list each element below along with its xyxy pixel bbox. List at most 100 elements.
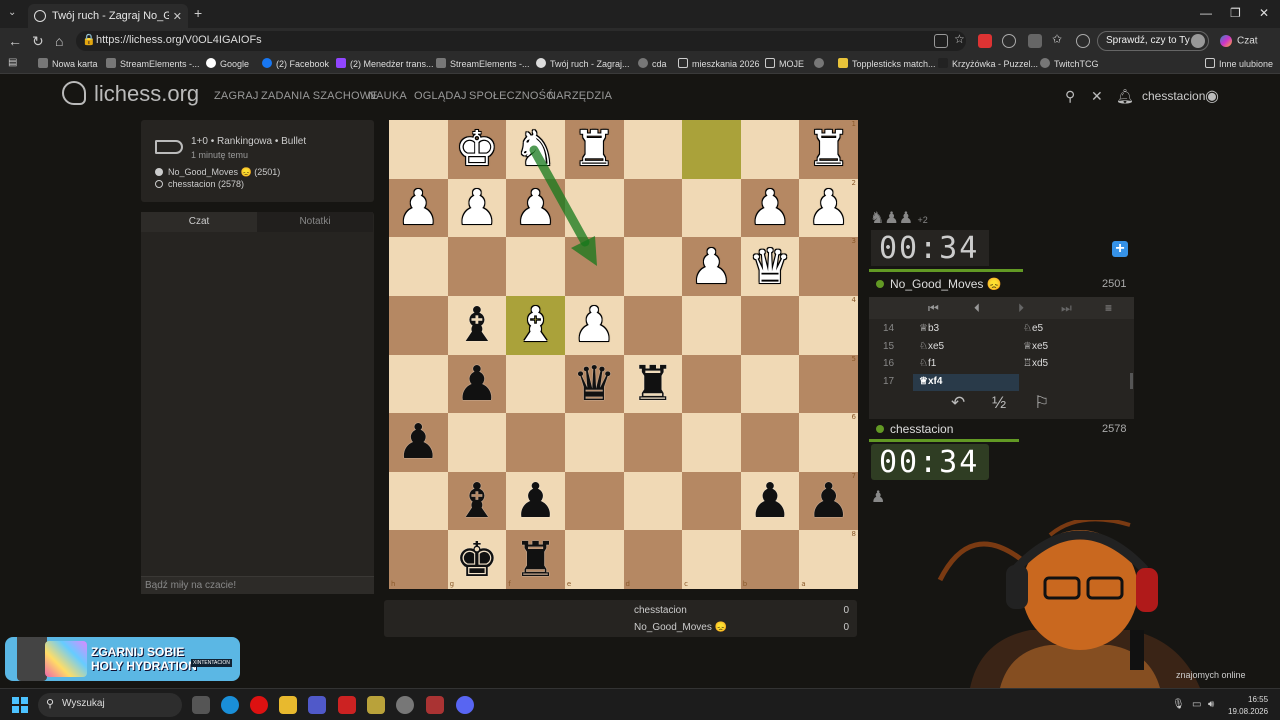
discord-icon[interactable]: [456, 696, 474, 714]
menu-learn[interactable]: NAUKA: [368, 90, 407, 102]
board-square[interactable]: 3: [799, 237, 858, 296]
board-square[interactable]: ♟: [564, 295, 624, 355]
bookmark-item[interactable]: Twój ruch - Zagraj...: [536, 58, 630, 69]
board-square[interactable]: ♟ 7: [799, 471, 858, 531]
bookmark-item[interactable]: StreamElements -...: [106, 58, 200, 69]
board-square[interactable]: ♟: [506, 471, 565, 531]
split-screen-icon[interactable]: [934, 34, 948, 48]
board-square[interactable]: [623, 120, 683, 179]
board-square[interactable]: 6: [799, 413, 858, 472]
flag-icon[interactable]: ⚐: [1034, 393, 1049, 413]
bookmark-item[interactable]: Krzyżówka - Puzzel...: [938, 58, 1038, 69]
board-square[interactable]: [740, 354, 800, 414]
minimize-icon[interactable]: —: [1200, 6, 1212, 20]
close-tab-icon[interactable]: ✕: [173, 10, 182, 23]
refresh-icon[interactable]: ↻: [32, 33, 44, 50]
menu-play[interactable]: ZAGRAJ: [214, 90, 259, 102]
black-piece[interactable]: ♟: [807, 477, 850, 525]
board-square[interactable]: ♟: [740, 471, 800, 531]
board-square[interactable]: [447, 413, 507, 472]
board-square[interactable]: [682, 413, 741, 472]
opponent-name[interactable]: No_Good_Moves 😞: [876, 277, 1002, 291]
board-square[interactable]: [623, 237, 683, 296]
app-icon[interactable]: [396, 696, 414, 714]
tab-notes[interactable]: Notatki: [257, 212, 373, 232]
board-square[interactable]: [623, 295, 683, 355]
black-piece[interactable]: ♟: [514, 477, 557, 525]
board-square[interactable]: ♜ 1: [799, 120, 858, 179]
board-square[interactable]: 4: [799, 295, 858, 355]
search-icon[interactable]: ⚲: [1065, 88, 1075, 105]
chess-board[interactable]: ♚ ♞ ♜ ♜ 1 ♟ ♟ ♟ ♟ ♟ 2 ♟ ♛ 3 ♝ ♝ ♟ 4 ♟ ♛ ♜ 5 ♟ 6 ♝ ♟ ♟ ♟ 7 h ♚ g ♜ f e d c b 8 a: [389, 120, 858, 589]
board-square[interactable]: ♟: [389, 413, 448, 472]
first-move-icon[interactable]: ⏮: [928, 301, 939, 316]
board-square[interactable]: [564, 471, 624, 531]
board-square[interactable]: ♜: [623, 354, 683, 414]
black-piece[interactable]: ♚: [455, 536, 498, 584]
profile-button[interactable]: Sprawdź, czy to Ty: [1097, 31, 1209, 51]
board-square[interactable]: [623, 413, 683, 472]
bookmark-item[interactable]: [814, 58, 828, 69]
black-move[interactable]: ♕xe5: [1023, 341, 1048, 352]
board-square[interactable]: ♜: [564, 120, 624, 179]
home-icon[interactable]: ⌂: [55, 33, 63, 49]
board-square[interactable]: d: [623, 530, 683, 589]
board-square[interactable]: [506, 237, 565, 296]
site-logo[interactable]: lichess.org: [62, 81, 199, 107]
opera-icon[interactable]: [250, 696, 268, 714]
bookmark-item[interactable]: Topplesticks match...: [838, 58, 936, 69]
favorites-icon[interactable]: ✩: [1052, 32, 1066, 46]
puzzle-icon[interactable]: [1028, 34, 1042, 48]
board-square[interactable]: [682, 354, 741, 414]
bookmark-item[interactable]: TwitchTCG: [1040, 58, 1099, 69]
board-square[interactable]: ♟: [506, 178, 565, 238]
bell-icon[interactable]: 🔔︎: [1116, 88, 1134, 105]
white-piece[interactable]: ♜: [573, 125, 616, 173]
board-square[interactable]: [623, 471, 683, 531]
task-view-icon[interactable]: [192, 696, 210, 714]
board-square[interactable]: [564, 178, 624, 238]
board-square[interactable]: h: [389, 530, 448, 589]
white-piece[interactable]: ♟: [749, 184, 792, 232]
favorite-star-icon[interactable]: ☆: [954, 32, 968, 46]
black-move[interactable]: ♖xd5: [1023, 358, 1048, 369]
edge-icon[interactable]: [221, 696, 239, 714]
window-close-icon[interactable]: ✕: [1259, 6, 1269, 20]
bookmark-item[interactable]: (2) Menedżer trans...: [336, 58, 434, 69]
board-square[interactable]: ♛: [564, 354, 624, 414]
board-square[interactable]: b: [740, 530, 800, 589]
white-move[interactable]: ♘f1: [913, 356, 1019, 373]
game-player-black[interactable]: No_Good_Moves 😞 (2501): [155, 167, 280, 178]
board-square[interactable]: [389, 354, 448, 414]
next-move-icon[interactable]: ⏵: [1018, 301, 1024, 316]
board-square[interactable]: [682, 120, 741, 179]
board-square[interactable]: ♟: [740, 178, 800, 238]
extension-icon[interactable]: [1002, 34, 1016, 48]
move-list-scrollbar[interactable]: [1130, 373, 1133, 389]
white-move[interactable]: ♘xe5: [913, 339, 1019, 356]
menu-watch[interactable]: OGLĄDAJ: [414, 90, 467, 102]
board-square[interactable]: [389, 120, 448, 179]
other-bookmarks[interactable]: Inne ulubione: [1205, 58, 1273, 69]
bookmark-folder[interactable]: MOJE: [765, 58, 804, 69]
black-piece[interactable]: ♜: [631, 360, 674, 408]
menu-community[interactable]: SPOŁECZNOŚĆ: [469, 90, 554, 102]
add-time-button[interactable]: +: [1112, 241, 1128, 257]
board-square[interactable]: [564, 237, 624, 296]
bookmarks-menu-icon[interactable]: ▤: [8, 57, 17, 68]
takeback-icon[interactable]: ↶: [951, 393, 965, 413]
board-square[interactable]: c: [682, 530, 741, 589]
black-piece[interactable]: ♛: [573, 360, 616, 408]
bookmark-item[interactable]: cda: [638, 58, 667, 69]
board-square[interactable]: [506, 354, 565, 414]
board-square[interactable]: ♝: [447, 471, 507, 531]
copilot-button[interactable]: Czat: [1220, 35, 1258, 47]
white-piece[interactable]: ♟: [573, 301, 616, 349]
black-piece[interactable]: ♟: [455, 360, 498, 408]
browser-tab-active[interactable]: Twój ruch - Zagraj No_Good_Mov ✕: [28, 4, 188, 28]
folder-icon[interactable]: [279, 696, 297, 714]
taskbar-clock[interactable]: 16:55 19.08.2026: [1228, 694, 1268, 718]
bookmark-item[interactable]: StreamElements -...: [436, 58, 530, 69]
black-piece[interactable]: ♟: [397, 418, 440, 466]
board-square[interactable]: ♝: [506, 295, 565, 355]
